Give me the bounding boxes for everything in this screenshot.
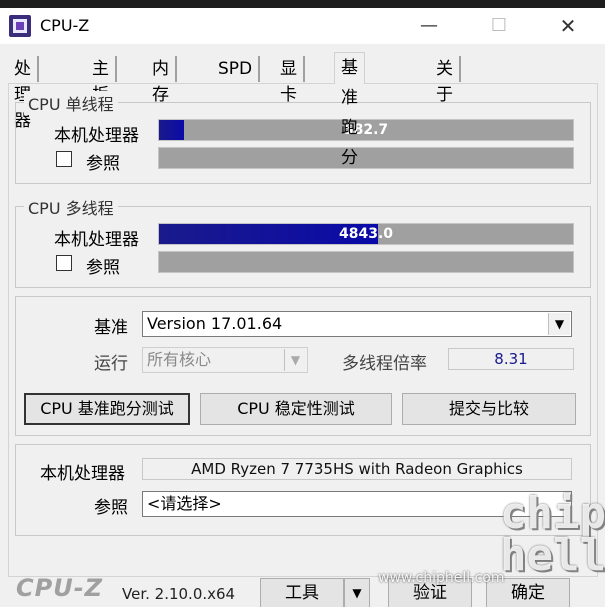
benchmark-label: 基准: [94, 318, 128, 338]
cpu-name-field: AMD Ryzen 7 7735HS with Radeon Graphics: [142, 458, 572, 480]
benchmark-version-value: Version 17.01.64: [147, 314, 283, 333]
cpuz-window: CPU-Z — ☐ ✕ 处理器 主板 内存 SPD 显卡 基准跑分 关于 CPU…: [0, 8, 605, 607]
multi-this-cpu-bar: 4843.0: [158, 223, 574, 245]
tab-processor[interactable]: 处理器: [8, 56, 39, 131]
multi-this-cpu-label: 本机处理器: [54, 230, 139, 250]
multi-reference-label: 参照: [86, 258, 120, 278]
chevron-down-icon[interactable]: ▼: [344, 578, 370, 607]
multithread-ratio-value: 8.31: [448, 348, 574, 370]
single-reference-checkbox[interactable]: [56, 151, 72, 167]
watermark-url: www.chiphell.com: [378, 570, 505, 586]
submit-compare-button[interactable]: 提交与比较: [402, 393, 576, 425]
settings-group: 基准 Version 17.01.64 ▼ 运行 所有核心 ▼ 多线程倍率 8.…: [15, 296, 591, 436]
title-bar: CPU-Z — ☐ ✕: [0, 8, 605, 44]
info-this-cpu-label: 本机处理器: [40, 464, 125, 484]
single-thread-title: CPU 单线程: [24, 91, 118, 115]
single-thread-group: CPU 单线程 本机处理器 582.7 参照: [15, 91, 591, 184]
single-this-cpu-score: 582.7: [343, 122, 389, 138]
single-this-cpu-label: 本机处理器: [54, 126, 139, 146]
tools-button[interactable]: 工具: [260, 578, 344, 607]
minimize-button[interactable]: —: [406, 8, 452, 44]
single-reference-label: 参照: [86, 154, 120, 174]
version-label: Ver. 2.10.0.x64: [122, 585, 236, 603]
multi-thread-group: CPU 多线程 本机处理器 4843.0 参照: [15, 195, 591, 288]
run-label: 运行: [94, 354, 128, 374]
maximize-button[interactable]: ☐: [476, 8, 522, 44]
cpu-bench-button[interactable]: CPU 基准跑分测试: [24, 393, 190, 425]
tab-graphics[interactable]: 显卡: [274, 56, 305, 105]
chevron-down-icon[interactable]: ▼: [284, 349, 306, 371]
tab-about[interactable]: 关于: [430, 56, 461, 105]
cpuz-footer-logo: CPU-Z: [16, 574, 104, 602]
single-this-cpu-bar: 582.7: [158, 119, 574, 141]
info-reference-label: 参照: [94, 498, 128, 518]
multi-reference-checkbox[interactable]: [56, 255, 72, 271]
single-reference-bar: [158, 147, 574, 169]
benchmark-version-select[interactable]: Version 17.01.64 ▼: [142, 311, 572, 337]
multi-thread-title: CPU 多线程: [24, 195, 118, 219]
tab-memory[interactable]: 内存: [146, 56, 177, 105]
cpuz-app-icon: [9, 15, 31, 37]
tab-spd[interactable]: SPD: [212, 56, 261, 82]
close-button[interactable]: ✕: [545, 8, 591, 44]
tab-mainboard[interactable]: 主板: [86, 56, 117, 105]
run-cores-value: 所有核心: [147, 350, 212, 369]
tab-bench[interactable]: 基准跑分: [334, 52, 365, 168]
run-cores-select[interactable]: 所有核心 ▼: [142, 347, 308, 373]
multi-reference-bar: [158, 251, 574, 273]
reference-cpu-value: <请选择>: [147, 494, 222, 513]
multi-this-cpu-score: 4843.0: [338, 226, 394, 242]
multithread-ratio-label: 多线程倍率: [342, 354, 427, 374]
chiphell-watermark-logo: chip hell: [500, 488, 605, 581]
window-title: CPU-Z: [40, 16, 90, 35]
cpu-stress-button[interactable]: CPU 稳定性测试: [200, 393, 392, 425]
chevron-down-icon[interactable]: ▼: [548, 313, 570, 335]
